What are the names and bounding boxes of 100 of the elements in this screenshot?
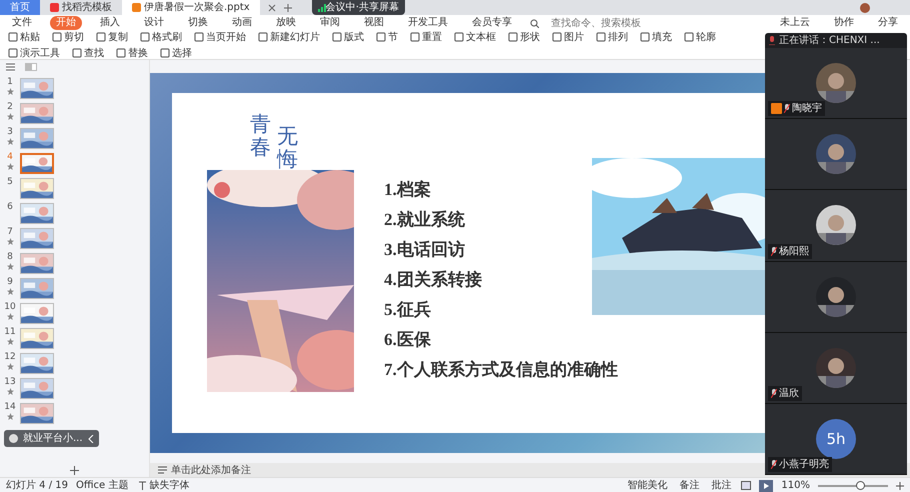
slide-number: 4 [7,153,13,163]
plus-icon[interactable] [70,466,79,474]
zoom-slider-thumb[interactable] [856,480,865,490]
window-tab[interactable]: 首页 [0,0,40,15]
ribbon-button[interactable]: 查找 [70,46,106,60]
slide-thumbnail[interactable] [20,228,54,249]
ribbon-button[interactable]: 选择 [158,46,194,60]
participant-name: 温欣 [779,386,799,401]
missing-fonts-button[interactable]: 缺失字体 [136,478,192,492]
slide-number: 2 [7,103,13,113]
menu-tab[interactable]: 切换 [182,16,214,30]
slide-thumbnail[interactable] [20,253,54,274]
list-item: 3.电话回访 [384,239,466,261]
plus-icon[interactable] [896,482,904,490]
status-button[interactable]: 批注 [709,478,734,492]
menu-tab[interactable]: 开发工具 [402,16,454,30]
menu-tab[interactable]: 插入 [94,16,126,30]
menu-tab[interactable]: 设计 [138,16,170,30]
notes-placeholder[interactable]: 单击此处添加备注 [171,462,251,478]
ribbon-button[interactable]: 重置 [408,30,444,44]
ribbon-button[interactable]: 剪切 [50,30,86,44]
menu-tab[interactable]: 放映 [270,16,302,30]
menu-tab[interactable]: 会员专享 [466,16,518,30]
menu-tab[interactable]: 审阅 [314,16,346,30]
ribbon-button[interactable]: 图片 [550,30,586,44]
slide-thumbnail[interactable] [20,353,54,374]
slide-number: 12 [4,353,16,363]
slide-number: 13 [4,378,16,388]
close-icon[interactable] [268,4,276,12]
toolbar-action[interactable]: 协作 [828,16,860,30]
outline-view-icon[interactable] [6,63,15,71]
normal-view-icon[interactable] [741,481,752,490]
list-item: 2.就业系统 [384,209,466,231]
slide-number: 14 [4,403,16,413]
plus-icon[interactable] [284,4,292,12]
thumbnail-view-icon[interactable] [25,63,37,71]
tool-icon [684,32,694,42]
list-item: 7.个人联系方式及信息的准确性 [384,359,618,381]
status-button[interactable]: 智能美化 [625,478,670,492]
file-menu[interactable]: 文件 [6,16,38,30]
play-icon[interactable] [759,480,774,492]
ribbon-button[interactable]: 节 [374,30,400,44]
slide-number: 9 [7,278,13,288]
participant-name: 小燕子明亮 [779,458,829,472]
slide-number: 1 [7,78,13,88]
ribbon-button[interactable]: 复制 [94,30,130,44]
slide-thumbnail[interactable] [20,128,54,149]
slide-thumbnail[interactable] [20,328,54,349]
slide-number: 6 [7,203,13,213]
tool-icon [410,32,420,42]
slide-thumbnail[interactable] [20,203,54,224]
tool-icon [376,32,386,42]
menu-tab[interactable]: 视图 [358,16,390,30]
tool-icon [258,32,268,42]
slide-thumbnail[interactable] [20,378,54,399]
tool-icon [332,32,342,42]
slide-thumbnail[interactable] [20,403,54,424]
ribbon-button[interactable]: 轮廓 [682,30,718,44]
menu-tab[interactable]: 动画 [226,16,258,30]
slide-thumbnail[interactable] [20,153,54,174]
slide-thumbnail[interactable] [20,178,54,199]
window-tab[interactable]: 找稻壳模板 [40,0,122,15]
smiley-icon [9,434,18,443]
status-button[interactable]: 备注 [677,478,702,492]
ribbon-button[interactable]: 新建幻灯片 [256,30,322,44]
chevron-left-icon[interactable] [88,434,94,442]
ribbon-button[interactable]: 格式刷 [138,30,184,44]
avatar-icon[interactable] [860,2,870,12]
floating-tooltip[interactable]: 就业平台小... [4,430,99,447]
ribbon-button[interactable]: 演示工具 [6,46,62,60]
slide-thumbnail[interactable] [20,103,54,124]
slide-thumbnail[interactable] [20,303,54,324]
ribbon-button[interactable]: 填充 [638,30,674,44]
tool-icon [508,32,518,42]
notes-icon [158,466,167,474]
tool-icon [454,32,464,42]
ribbon-button[interactable]: 替换 [114,46,150,60]
participant-name: 陶晓宇 [792,102,822,116]
slide-thumbnail[interactable] [20,278,54,299]
slide-thumbnail[interactable] [20,78,54,99]
signal-icon [318,4,326,12]
slide-title: 无悔 [277,125,298,172]
ribbon-button[interactable]: 形状 [506,30,542,44]
ribbon-button[interactable]: 当页开始 [192,30,248,44]
window-tab[interactable]: 伊唐暑假一次聚会.pptx [122,0,260,15]
toolbar-action[interactable]: 分享 [872,16,904,30]
speaker-label: 正在讲话：CHENXI ... [779,34,880,48]
list-item: 5.征兵 [384,299,432,321]
avatar-initials: 5h [816,418,856,459]
slide-number: 11 [4,328,16,338]
slide-number: 8 [7,253,13,263]
tool-icon [552,32,562,42]
list-item: 4.团关系转接 [384,269,483,291]
toolbar-action[interactable]: 未上云 [774,16,816,30]
ribbon-button[interactable]: 文本框 [452,30,498,44]
tool-icon [640,32,650,42]
ribbon-button[interactable]: 版式 [330,30,366,44]
ribbon-button[interactable]: 粘贴 [6,30,42,44]
ribbon-button[interactable]: 排列 [594,30,630,44]
search-field[interactable]: 查找命令、搜索模板 [551,16,661,30]
